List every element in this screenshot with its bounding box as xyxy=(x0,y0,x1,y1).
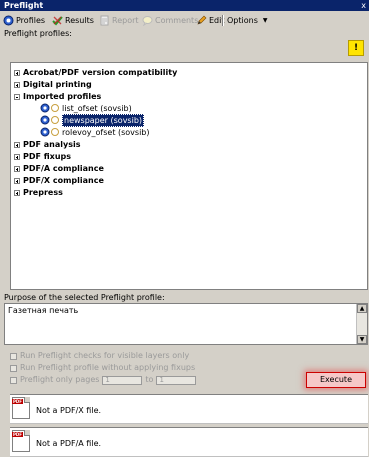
profile-icon xyxy=(40,115,59,125)
expand-icon[interactable] xyxy=(14,177,20,184)
results-list: PDF Not a PDF/X file. PDF Not a PDF/A fi… xyxy=(4,392,368,457)
expand-icon[interactable] xyxy=(14,153,20,160)
toolbar-separator xyxy=(222,15,224,26)
without-fixups-checkbox[interactable] xyxy=(10,364,17,372)
tree-group-pdf-analysis[interactable]: PDF analysis xyxy=(14,139,80,150)
edit-button[interactable]: Edit xyxy=(196,14,225,27)
expand-icon[interactable] xyxy=(14,165,20,172)
report-label: Report xyxy=(112,16,139,25)
profiles-tab[interactable]: Profiles xyxy=(3,14,45,27)
pdf-file-icon: PDF xyxy=(12,430,30,452)
result-text: Not a PDF/A file. xyxy=(36,439,102,448)
execute-button[interactable]: Execute xyxy=(306,372,366,388)
expand-icon[interactable] xyxy=(14,141,20,148)
tree-group-pdf-fixups[interactable]: PDF fixups xyxy=(14,151,71,162)
close-button[interactable]: x xyxy=(361,0,366,11)
report-tab[interactable]: Report xyxy=(99,14,139,27)
scroll-up-icon[interactable]: ▲ xyxy=(357,304,367,313)
tree-group-pdfx[interactable]: PDF/X compliance xyxy=(14,175,104,186)
title-bar: Preflight x xyxy=(0,0,369,11)
report-icon xyxy=(100,15,109,26)
tree-group-acrobat[interactable]: Acrobat/PDF version compatibility xyxy=(14,67,177,78)
visible-layers-checkbox[interactable] xyxy=(10,352,17,360)
comments-icon xyxy=(142,16,153,26)
results-icon xyxy=(52,16,63,26)
options-label: Options xyxy=(227,16,258,25)
profile-icon xyxy=(40,103,59,113)
result-item[interactable]: PDF Not a PDF/X file. xyxy=(10,394,368,424)
tree-item-list-ofset[interactable]: list_ofset (sovsib) xyxy=(40,103,132,114)
pdf-file-icon: PDF xyxy=(12,397,30,419)
results-label: Results xyxy=(65,16,94,25)
result-item[interactable]: PDF Not a PDF/A file. xyxy=(10,427,368,457)
chevron-down-icon: ▼ xyxy=(262,17,268,24)
purpose-label: Purpose of the selected Preflight profil… xyxy=(4,293,165,302)
window-title: Preflight xyxy=(4,1,44,10)
collapse-icon[interactable] xyxy=(14,93,20,100)
profile-icon xyxy=(40,127,59,137)
results-tab[interactable]: Results xyxy=(52,14,94,27)
toolbar: Profiles Results Report Comments Edit Op… xyxy=(0,13,369,28)
tree-group-digital-printing[interactable]: Digital printing xyxy=(14,79,92,90)
tree-item-newspaper[interactable]: newspaper (sovsib) xyxy=(40,114,145,127)
expand-icon[interactable] xyxy=(14,189,20,196)
expand-icon[interactable] xyxy=(14,69,20,76)
expand-icon[interactable] xyxy=(14,81,20,88)
selected-profile: newspaper (sovsib) xyxy=(62,114,145,127)
scroll-down-icon[interactable]: ▼ xyxy=(357,335,367,344)
pencil-icon xyxy=(197,15,207,25)
only-pages-checkbox[interactable] xyxy=(10,376,17,384)
profiles-heading: Preflight profiles: xyxy=(4,29,72,38)
warning-icon[interactable]: ! xyxy=(348,40,364,56)
options-menu[interactable]: Options ▼ xyxy=(227,14,268,27)
tree-group-imported-profiles[interactable]: Imported profiles xyxy=(14,91,101,102)
purpose-text: Газетная печать xyxy=(8,306,79,315)
comments-tab[interactable]: Comments xyxy=(142,14,198,27)
tree-item-rolevoy-ofset[interactable]: rolevoy_ofset (sovsib) xyxy=(40,127,150,138)
purpose-textarea[interactable]: Газетная печать ▲ ▼ xyxy=(4,303,368,345)
profiles-icon xyxy=(3,15,14,26)
profile-tree[interactable]: Acrobat/PDF version compatibility Digita… xyxy=(10,62,368,290)
tree-group-prepress[interactable]: Prepress xyxy=(14,187,63,198)
only-pages-option[interactable]: Preflight only pages 1 to 1 xyxy=(10,375,197,385)
scrollbar[interactable]: ▲ ▼ xyxy=(356,304,367,344)
profiles-label: Profiles xyxy=(16,16,46,25)
comments-label: Comments xyxy=(155,16,199,25)
without-fixups-option[interactable]: Run Preflight profile without applying f… xyxy=(10,363,195,373)
tree-group-pdfa[interactable]: PDF/A compliance xyxy=(14,163,104,174)
page-from-input[interactable]: 1 xyxy=(102,375,143,385)
page-to-input[interactable]: 1 xyxy=(156,375,197,385)
visible-layers-option[interactable]: Run Preflight checks for visible layers … xyxy=(10,351,189,361)
result-text: Not a PDF/X file. xyxy=(36,406,102,415)
